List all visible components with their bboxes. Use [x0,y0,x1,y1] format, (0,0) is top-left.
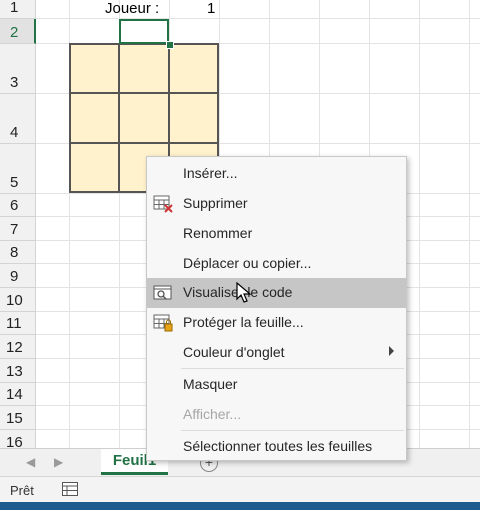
macro-recording-icon[interactable] [62,482,78,496]
menu-item-label: Renommer [183,225,253,241]
board-cell[interactable] [70,93,120,143]
row-header-5[interactable]: 5 [0,144,36,194]
menu-separator [181,368,404,369]
gridline [36,18,480,19]
submenu-arrow-icon [389,346,394,356]
mouse-cursor-icon [236,282,252,303]
menu-separator [181,430,404,431]
menu-item-rename[interactable]: Renommer [147,219,406,249]
menu-item-label: Afficher... [183,406,242,422]
menu-item-label: Couleur d'onglet [183,344,285,360]
menu-item-label: Masquer [183,376,238,392]
status-ready-label: Prêt [10,483,34,498]
row-header-9[interactable]: 9 [0,264,36,288]
row-header-12[interactable]: 12 [0,335,36,359]
cell-joueur-label[interactable]: Joueur : [105,0,159,17]
board-cell[interactable] [168,44,218,94]
row-header-8[interactable]: 8 [0,241,36,264]
board-cell[interactable] [168,93,218,143]
row-header-15[interactable]: 15 [0,406,36,430]
gridline [419,0,420,448]
menu-item-move-copy[interactable]: Déplacer ou copier... [147,249,406,279]
row-header-2[interactable]: 2 [0,19,36,44]
board-cell[interactable] [70,44,120,94]
gridline [469,0,470,448]
scroll-right-icon[interactable]: ▶ [54,455,63,469]
menu-item-label: Insérer... [183,165,238,181]
menu-item-select-all-sheets[interactable]: Sélectionner toutes les feuilles [147,432,406,462]
menu-item-label: Sélectionner toutes les feuilles [183,438,373,454]
fill-handle[interactable] [166,41,174,49]
view-code-icon [153,285,172,300]
board-cell[interactable] [119,93,169,143]
status-bar: Prêt [0,476,480,503]
menu-item-label: Protéger la feuille... [183,314,304,330]
scroll-left-icon[interactable]: ◀ [26,455,35,469]
row-header-1[interactable]: 1 [0,0,36,19]
menu-item-insert[interactable]: Insérer... [147,159,406,189]
cell-joueur-value[interactable]: 1 [207,0,215,17]
protect-sheet-icon [153,314,173,332]
row-header-13[interactable]: 13 [0,359,36,383]
menu-item-delete[interactable]: Supprimer [147,189,406,219]
menu-item-protect-sheet[interactable]: Protéger la feuille... [147,308,406,338]
menu-item-unhide: Afficher... [147,400,406,430]
taskbar-strip [0,502,480,510]
sheet-tab-context-menu: Insérer... Supprimer Renommer Déplacer o… [146,156,407,461]
active-cell-selection[interactable] [119,19,169,44]
row-header-6[interactable]: 6 [0,194,36,217]
board-cell[interactable] [70,142,120,192]
menu-item-hide[interactable]: Masquer [147,370,406,400]
board-cell[interactable] [119,44,169,94]
row-header-11[interactable]: 11 [0,312,36,335]
row-header-4[interactable]: 4 [0,94,36,144]
row-header-7[interactable]: 7 [0,217,36,241]
delete-sheet-icon [153,195,173,213]
menu-item-tab-color[interactable]: Couleur d'onglet [147,338,406,368]
row-header-14[interactable]: 14 [0,383,36,406]
menu-item-label: Déplacer ou copier... [183,255,312,271]
row-header-3[interactable]: 3 [0,44,36,94]
row-header-10[interactable]: 10 [0,288,36,312]
menu-item-label: Supprimer [183,195,248,211]
row-header-16[interactable]: 16 [0,430,36,448]
menu-item-view-code[interactable]: Visualiser le code [147,278,406,308]
